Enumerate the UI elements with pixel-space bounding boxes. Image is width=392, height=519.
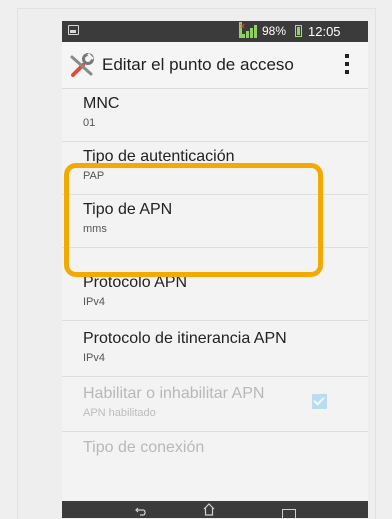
- setting-title: Habilitar o inhabilitar APN: [83, 385, 265, 402]
- action-bar: Editar el punto de acceso: [62, 42, 368, 89]
- clock: 12:05: [308, 24, 341, 39]
- setting-title: Tipo de conexión: [83, 439, 205, 456]
- battery-percentage: 98%: [262, 24, 287, 38]
- setting-tipo-conexion[interactable]: Tipo de conexión: [62, 433, 368, 485]
- tools-icon[interactable]: [69, 53, 95, 79]
- status-bar: ✕ 98% 12:05: [62, 21, 368, 42]
- recent-apps-icon[interactable]: [282, 509, 296, 518]
- setting-value: IPv4: [83, 296, 106, 308]
- page-title: Editar el punto de acceso: [102, 55, 294, 74]
- battery-icon: [295, 25, 302, 37]
- signal-strength-icon: ✕: [239, 22, 257, 38]
- navigation-bar: [62, 501, 368, 518]
- setting-habilitar-apn[interactable]: Habilitar o inhabilitar APN APN habilita…: [62, 379, 368, 432]
- setting-title: MNC: [83, 95, 120, 112]
- apn-enabled-checkbox[interactable]: [312, 394, 327, 409]
- setting-mnc[interactable]: MNC 01: [62, 89, 368, 142]
- setting-value: IPv4: [83, 352, 106, 364]
- setting-title: Protocolo de itinerancia APN: [83, 330, 287, 347]
- phone-screen: ✕ 98% 12:05 Editar el punto de acceso MN…: [62, 21, 368, 518]
- highlight-annotation: [64, 163, 323, 277]
- back-icon[interactable]: [134, 507, 146, 517]
- image-notification-icon: [68, 25, 79, 35]
- home-icon[interactable]: [202, 502, 216, 516]
- setting-value: APN habilitado: [83, 407, 156, 419]
- setting-value: 01: [83, 117, 96, 129]
- overflow-menu-icon[interactable]: [345, 54, 349, 74]
- setting-protocolo-itinerancia-apn[interactable]: Protocolo de itinerancia APN IPv4: [62, 324, 368, 377]
